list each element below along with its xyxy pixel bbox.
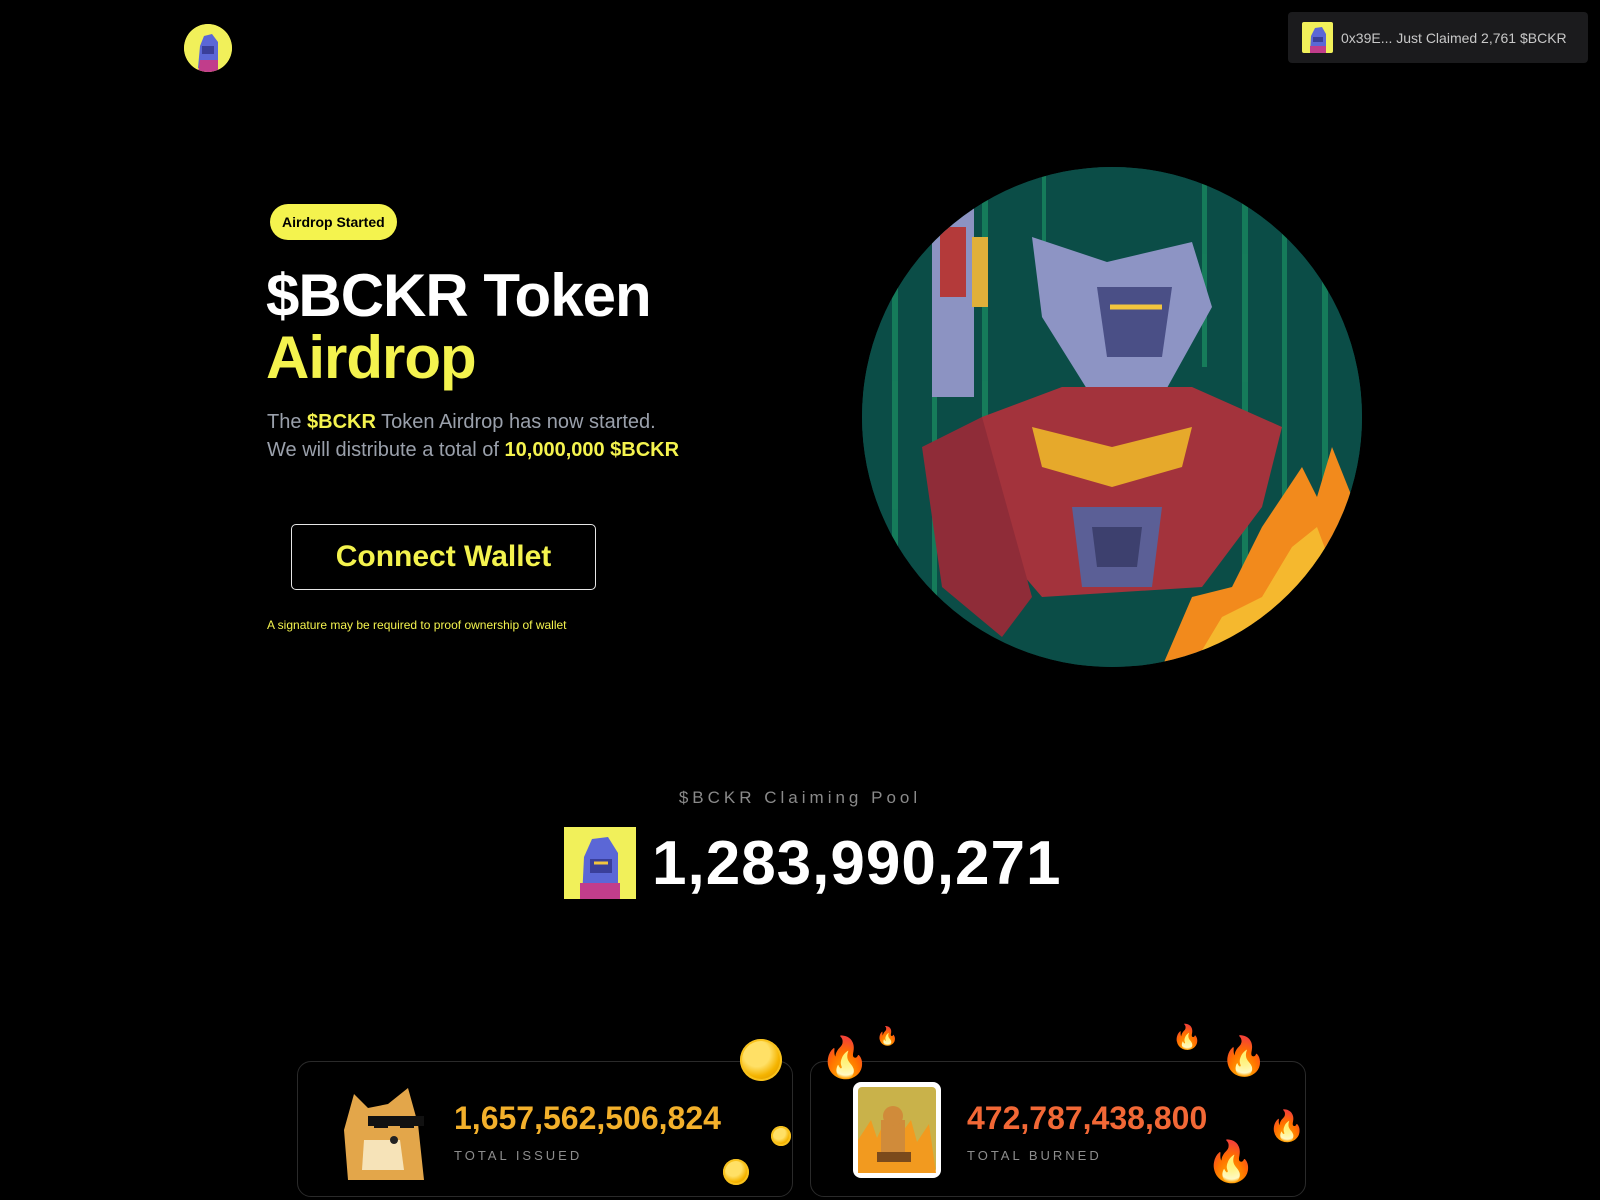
flame-icon: 🔥 xyxy=(876,1026,899,1046)
description-line-2: We will distribute a total of 10,000,000… xyxy=(267,436,679,464)
total-burned-value: 472,787,438,800 xyxy=(967,1100,1208,1136)
description-text: The xyxy=(267,411,308,433)
doge-icon xyxy=(338,1080,430,1180)
flame-icon: 🔥 xyxy=(1172,1024,1202,1051)
this-is-fine-dog-icon xyxy=(851,1080,943,1180)
gold-coin-icon xyxy=(740,1039,782,1081)
connect-wallet-button[interactable]: Connect Wallet xyxy=(291,524,596,590)
toast-text: 0x39E... Just Claimed 2,761 $BCKR xyxy=(1341,29,1567,46)
total-issued-value: 1,657,562,506,824 xyxy=(454,1100,721,1136)
description-text: We will distribute a total of xyxy=(267,439,505,461)
bckr-avatar-icon xyxy=(564,827,636,899)
claiming-pool-value: 1,283,990,271 xyxy=(652,828,1062,898)
signature-note: A signature may be required to proof own… xyxy=(267,618,567,632)
gold-coin-icon xyxy=(771,1126,791,1146)
description-text: Token Airdrop has now started. xyxy=(375,411,656,433)
claiming-pool: 1,283,990,271 xyxy=(564,827,1062,899)
airdrop-status-badge: Airdrop Started xyxy=(270,204,397,240)
flame-icon: 🔥 xyxy=(1206,1140,1256,1184)
gold-coin-icon xyxy=(723,1159,749,1185)
bckr-avatar-icon xyxy=(1302,22,1333,53)
logo-avatar-icon[interactable] xyxy=(184,24,232,72)
total-burned-label: TOTAL BURNED xyxy=(967,1148,1102,1163)
total-amount-highlight: 10,000,000 $BCKR xyxy=(504,439,680,461)
hero-description: The $BCKR Token Airdrop has now started.… xyxy=(267,408,679,464)
flame-icon: 🔥 xyxy=(820,1036,870,1080)
hero-character-image xyxy=(862,167,1362,667)
description-line-1: The $BCKR Token Airdrop has now started. xyxy=(267,408,679,436)
flame-icon: 🔥 xyxy=(1220,1036,1268,1078)
claim-notification-toast: 0x39E... Just Claimed 2,761 $BCKR xyxy=(1288,12,1588,63)
title-line-2: Airdrop xyxy=(266,324,477,391)
page-title: $BCKR Token Airdrop xyxy=(266,262,652,391)
total-issued-label: TOTAL ISSUED xyxy=(454,1148,583,1163)
token-highlight: $BCKR xyxy=(307,411,376,433)
flame-icon: 🔥 xyxy=(1268,1110,1306,1143)
title-line-1: $BCKR Token xyxy=(266,262,652,329)
total-issued-card: 1,657,562,506,824 TOTAL ISSUED xyxy=(297,1061,793,1197)
claiming-pool-label: $BCKR Claiming Pool xyxy=(678,788,922,807)
